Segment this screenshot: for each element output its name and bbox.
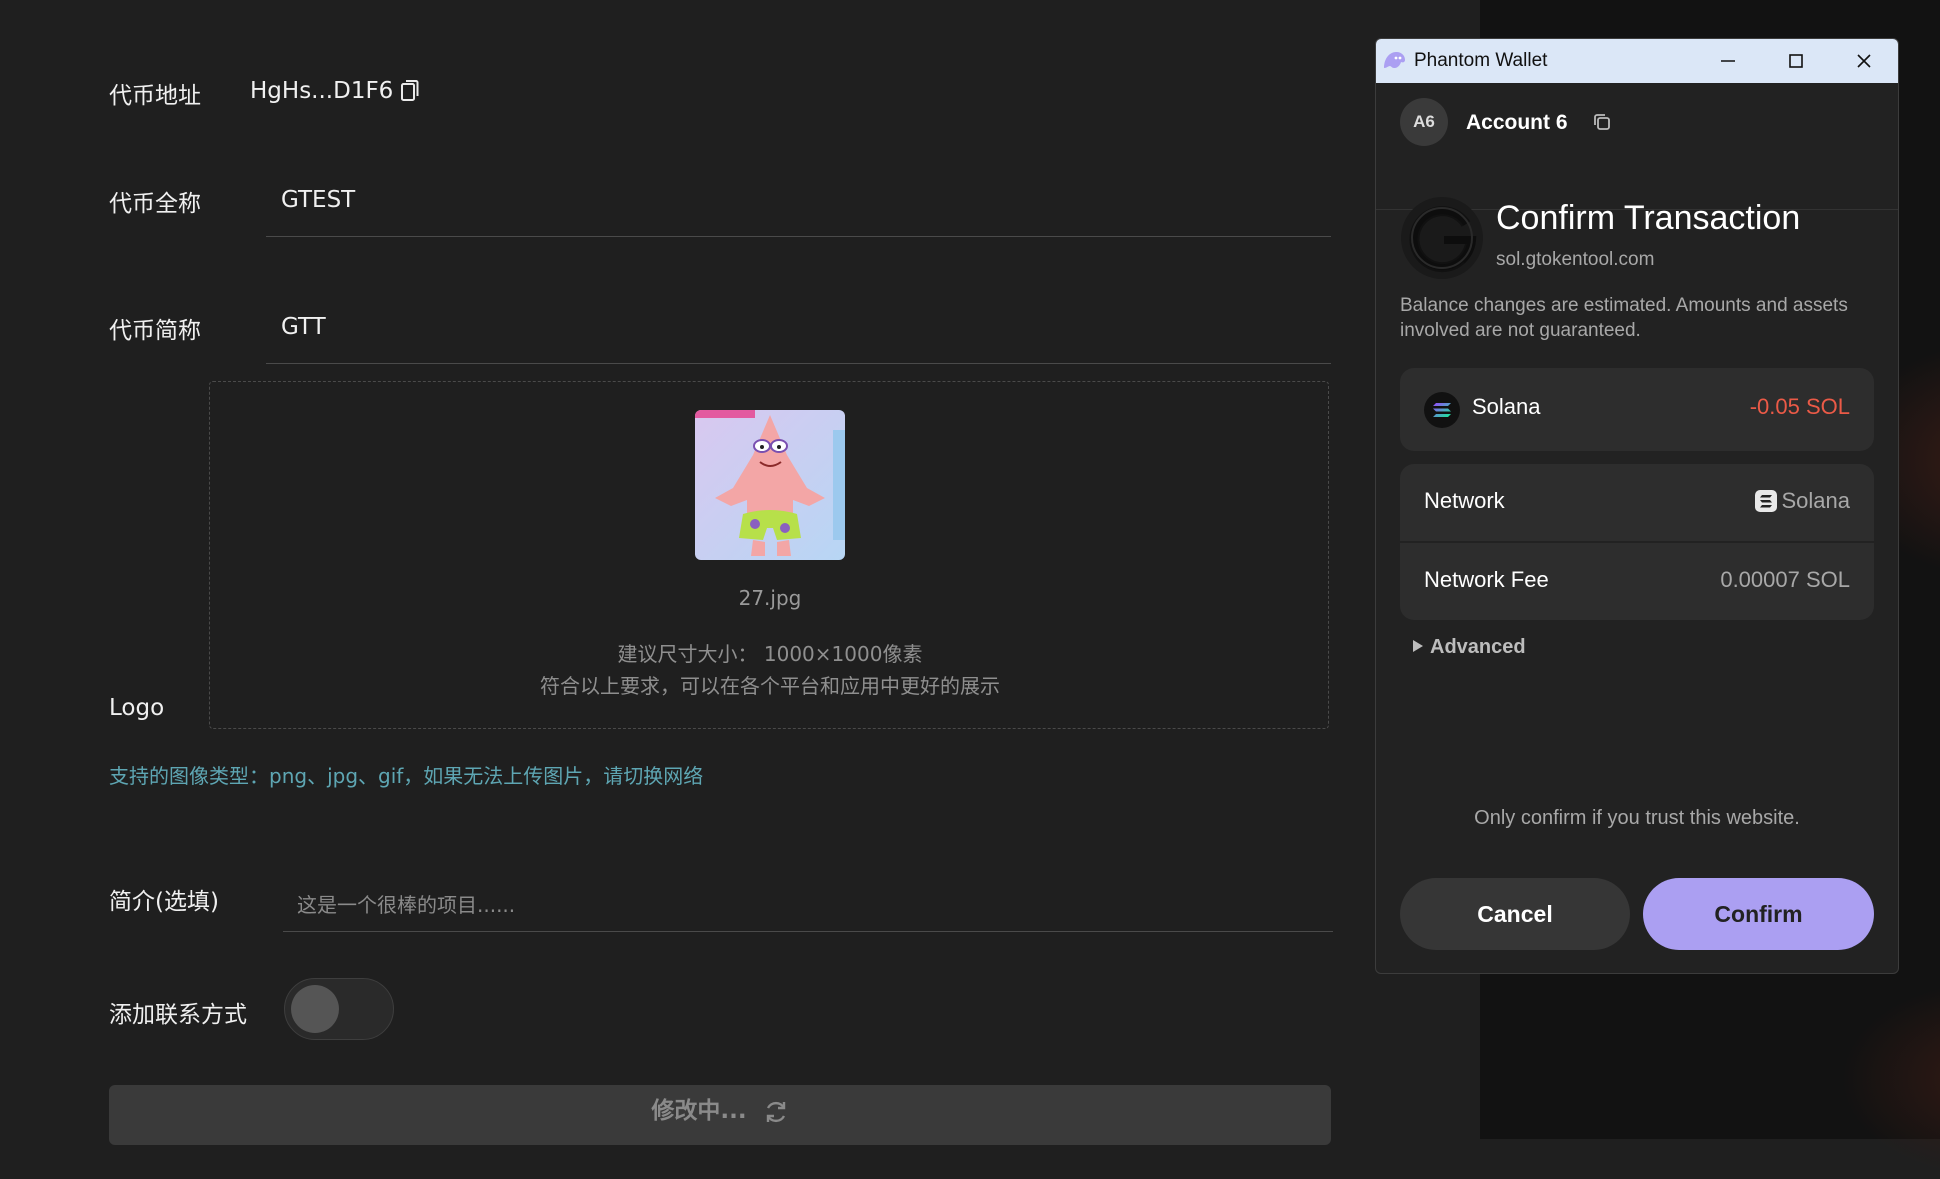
balance-change-card: Solana -0.05 SOL: [1400, 368, 1874, 451]
logo-thumbnail[interactable]: [695, 410, 845, 560]
network-row: Network Solana: [1400, 464, 1874, 541]
copy-icon[interactable]: [400, 79, 420, 103]
symbol-underline: [266, 363, 1331, 364]
toggle-knob: [291, 985, 339, 1033]
solana-icon: [1755, 490, 1778, 512]
background-glow-bottom: [1840, 979, 1940, 1179]
account-name[interactable]: Account 6: [1466, 111, 1568, 135]
trust-note: Only confirm if you trust this website.: [1474, 807, 1800, 829]
account-avatar[interactable]: A6: [1400, 98, 1448, 146]
size-hint: 建议尺寸大小： 1000×1000像素: [617, 642, 923, 666]
maximize-button[interactable]: [1762, 39, 1830, 83]
window-titlebar[interactable]: Phantom Wallet: [1376, 39, 1898, 83]
close-icon: [1857, 54, 1871, 68]
cancel-button[interactable]: Cancel: [1400, 878, 1630, 950]
advanced-label: Advanced: [1430, 636, 1526, 658]
submit-button[interactable]: 修改中...: [109, 1085, 1331, 1145]
site-logo-icon: [1401, 197, 1483, 279]
minimize-icon: [1721, 60, 1735, 62]
close-button[interactable]: [1830, 39, 1898, 83]
asset-name: Solana: [1472, 394, 1541, 419]
confirm-button[interactable]: Confirm: [1643, 878, 1874, 950]
site-url: sol.gtokentool.com: [1496, 249, 1655, 270]
image-types-hint: 支持的图像类型：png、jpg、gif，如果无法上传图片，请切换网络: [109, 764, 704, 788]
token-edit-form: 代币地址 HgHs...D1F6 代币全称 GTEST 代币简称 GTT Log…: [0, 0, 1400, 1145]
logo-image: [695, 410, 845, 560]
contact-toggle[interactable]: [284, 978, 394, 1040]
display-hint: 符合以上要求，可以在各个平台和应用中更好的展示: [540, 674, 1000, 698]
full-name-label: 代币全称: [109, 191, 201, 217]
token-address-label: 代币地址: [109, 83, 201, 109]
full-name-input[interactable]: GTEST: [281, 187, 355, 213]
refresh-icon: [766, 1101, 785, 1122]
balance-note: Balance changes are estimated. Amounts a…: [1400, 295, 1848, 341]
intro-label: 简介(选填): [109, 889, 219, 915]
caret-right-icon: [1413, 640, 1423, 652]
maximize-icon: [1789, 54, 1803, 68]
submit-label: 修改中...: [651, 1098, 747, 1124]
phantom-wallet-window: Phantom Wallet A6 Account 6 Confirm Tran…: [1375, 38, 1899, 974]
fee-value: 0.00007 SOL: [1720, 567, 1850, 592]
full-name-underline: [266, 236, 1331, 237]
advanced-toggle[interactable]: Advanced: [1412, 636, 1526, 659]
confirm-title: Confirm Transaction: [1496, 199, 1801, 237]
window-title: Phantom Wallet: [1414, 50, 1548, 71]
copy-icon[interactable]: [1592, 112, 1612, 132]
network-value-wrap: Solana: [1755, 488, 1850, 514]
symbol-input[interactable]: GTT: [281, 314, 326, 340]
network-label: Network: [1424, 488, 1505, 513]
minimize-button[interactable]: [1694, 39, 1762, 83]
network-fee-row: Network Fee 0.00007 SOL: [1400, 543, 1874, 620]
phantom-ghost-icon: [1384, 52, 1405, 68]
token-address-value: HgHs...D1F6: [250, 78, 394, 104]
asset-change: -0.05 SOL: [1749, 394, 1850, 419]
contact-label: 添加联系方式: [109, 1002, 247, 1028]
account-header: [1376, 83, 1898, 210]
solana-icon: [1424, 392, 1460, 428]
fee-label: Network Fee: [1424, 567, 1549, 592]
logo-file-name: 27.jpg: [738, 586, 802, 610]
intro-input[interactable]: [283, 878, 1333, 932]
network-value: Solana: [1781, 488, 1850, 513]
symbol-label: 代币简称: [109, 318, 201, 344]
